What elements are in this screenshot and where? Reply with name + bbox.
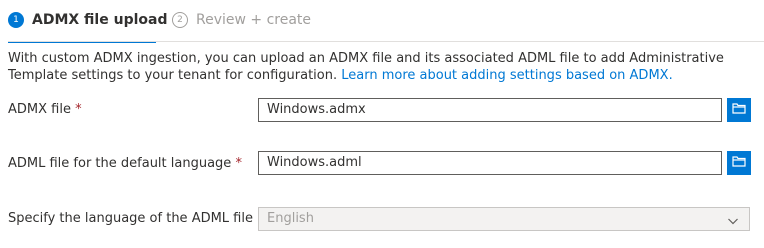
step-number-2: 2: [172, 12, 188, 28]
tab-review-create[interactable]: 2 Review + create: [172, 12, 311, 28]
folder-open-icon: [732, 155, 746, 171]
page-description: With custom ADMX ingestion, you can uplo…: [8, 50, 760, 84]
adml-browse-button[interactable]: [727, 151, 751, 175]
chevron-down-icon: [727, 213, 739, 235]
step-label-review-create: Review + create: [196, 12, 312, 28]
adml-language-label-text: Specify the language of the ADML file: [8, 211, 253, 226]
admx-file-label: ADMX file *: [8, 102, 82, 117]
wizard-steps: 1 ADMX file upload 2 Review + create: [8, 10, 311, 43]
adml-file-label-text: ADML file for the default language: [8, 156, 232, 171]
step-number-1: 1: [8, 12, 24, 28]
tab-divider: [8, 41, 764, 42]
required-indicator: *: [75, 102, 82, 117]
admx-file-field[interactable]: Windows.admx: [258, 98, 722, 122]
adml-file-field[interactable]: Windows.adml: [258, 151, 722, 175]
required-indicator: *: [235, 156, 242, 171]
adml-language-value: English: [267, 211, 314, 226]
step-label-admx-file-upload: ADMX file upload: [32, 12, 168, 28]
adml-language-dropdown[interactable]: English: [258, 207, 750, 231]
adml-file-label: ADML file for the default language *: [8, 156, 242, 171]
admx-file-label-text: ADMX file: [8, 102, 71, 117]
folder-open-icon: [732, 102, 746, 118]
learn-more-link[interactable]: Learn more about adding settings based o…: [341, 68, 672, 83]
adml-language-label: Specify the language of the ADML file i: [8, 211, 278, 226]
admx-browse-button[interactable]: [727, 98, 751, 122]
tab-admx-file-upload[interactable]: 1 ADMX file upload: [8, 12, 172, 43]
